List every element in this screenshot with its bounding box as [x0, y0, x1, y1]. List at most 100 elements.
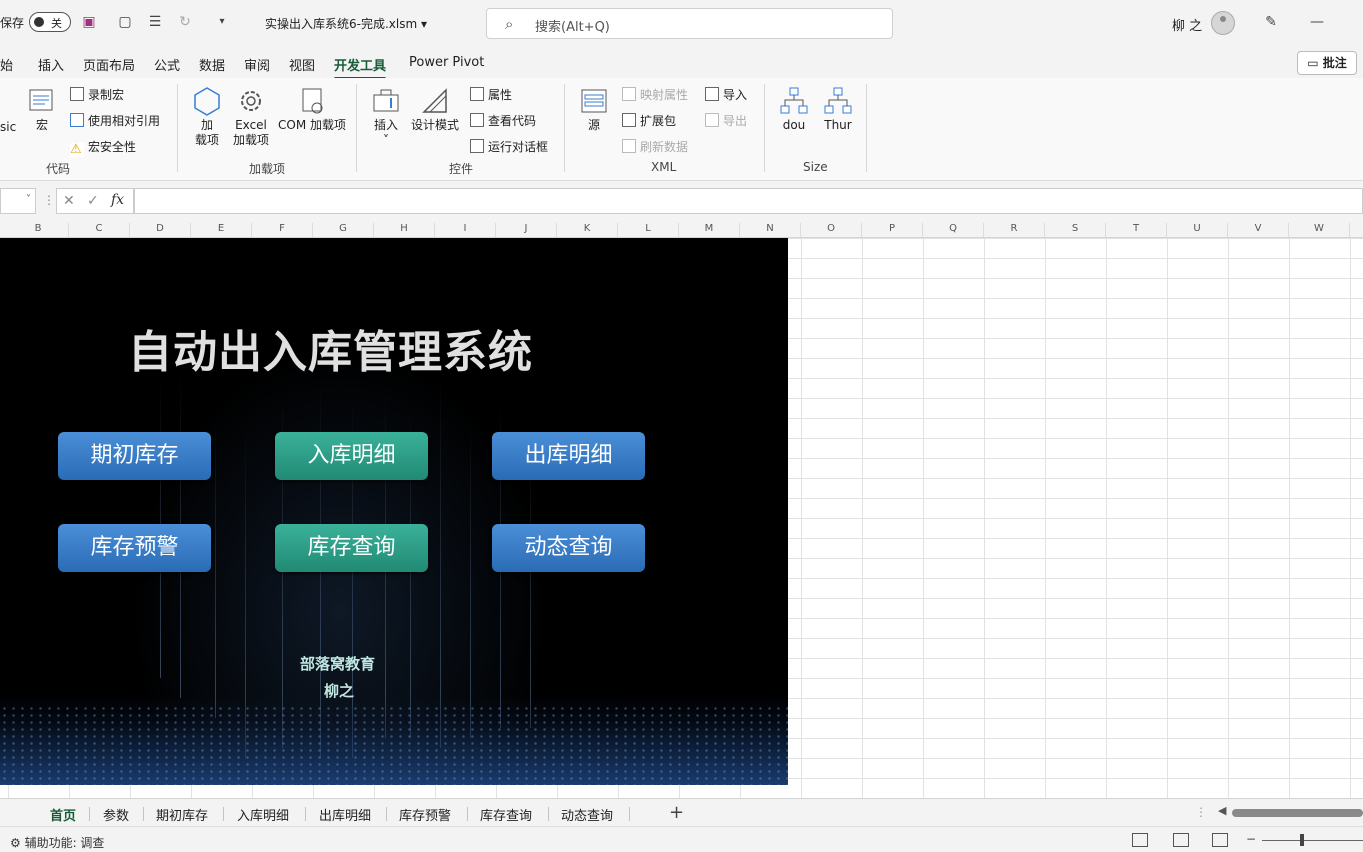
customize-toolbar-icon[interactable]: ▾	[213, 13, 231, 31]
add-sheet-icon[interactable]: +	[669, 802, 684, 823]
column-header[interactable]: K	[557, 223, 618, 237]
column-header[interactable]: H	[374, 223, 435, 237]
map-properties-button[interactable]: 映射属性	[622, 86, 688, 103]
file-name[interactable]: 实操出入库系统6-完成.xlsm ▾	[265, 15, 427, 32]
fx-icon[interactable]: fx	[111, 192, 124, 208]
tab-formulas[interactable]: 公式	[154, 55, 180, 74]
autosave-toggle[interactable]: 关	[29, 12, 71, 32]
save-icon[interactable]: ▣	[80, 13, 98, 31]
tab-data[interactable]: 数据	[199, 55, 225, 74]
com-addins-button[interactable]: COM 加载项	[276, 86, 348, 133]
xml-import-button[interactable]: 导入	[705, 86, 747, 103]
column-header[interactable]: O	[801, 223, 862, 237]
dynamic-query-button[interactable]: 动态查询	[492, 524, 645, 572]
new-file-icon[interactable]: ▢	[116, 13, 134, 31]
drag-handle-icon[interactable]: ⋮	[1195, 805, 1207, 819]
sheet-tab-stock-query[interactable]: 库存查询	[480, 805, 532, 824]
group-separator	[764, 84, 765, 172]
column-header[interactable]: F	[252, 223, 313, 237]
expansion-packs-button[interactable]: 扩展包	[622, 112, 676, 129]
formula-input[interactable]	[134, 188, 1363, 214]
name-box[interactable]: ˅	[0, 188, 36, 214]
group-label-addins: 加载项	[249, 162, 286, 176]
form-icon[interactable]: ☰	[146, 13, 164, 31]
tab-review[interactable]: 审阅	[244, 55, 270, 74]
column-header[interactable]: T	[1106, 223, 1167, 237]
opening-stock-button[interactable]: 期初库存	[58, 432, 211, 480]
page-layout-view-icon[interactable]	[1173, 833, 1189, 847]
tab-home[interactable]: 始	[0, 55, 13, 74]
toolbox-icon	[373, 89, 399, 112]
column-header[interactable]: G	[313, 223, 374, 237]
page-break-view-icon[interactable]	[1212, 833, 1228, 847]
scroll-left-icon[interactable]: ◀	[1218, 804, 1226, 817]
sheet-tab-stock-alert[interactable]: 库存预警	[399, 805, 451, 824]
addins-button[interactable]: 加载项	[190, 86, 224, 148]
excel-addins-button[interactable]: Excel 加载项	[232, 86, 270, 148]
decorative-line	[530, 448, 531, 728]
search-box[interactable]: ⌕ 搜索(Alt+Q)	[486, 8, 893, 39]
stock-query-button[interactable]: 库存查询	[275, 524, 428, 572]
sheet-tab-home[interactable]: 首页	[47, 805, 79, 829]
normal-view-icon[interactable]	[1132, 833, 1148, 847]
tab-developer[interactable]: 开发工具	[334, 55, 387, 80]
column-header[interactable]: P	[862, 223, 923, 237]
redo-icon[interactable]: ↻	[176, 13, 194, 31]
visual-basic-button[interactable]: sic	[0, 120, 16, 135]
minimize-icon[interactable]: —	[1308, 13, 1326, 31]
pen-icon[interactable]: ✎	[1262, 13, 1280, 31]
enter-icon[interactable]: ✓	[87, 193, 99, 209]
column-header[interactable]: V	[1228, 223, 1289, 237]
drag-handle-icon[interactable]: ⋮	[43, 193, 55, 207]
zoom-out-icon[interactable]: −	[1246, 832, 1256, 846]
xml-source-button[interactable]: 源	[578, 86, 610, 133]
column-header[interactable]: Q	[923, 223, 984, 237]
thur-button[interactable]: Thur	[820, 86, 856, 133]
sheet-tab-outbound[interactable]: 出库明细	[319, 805, 371, 824]
column-header[interactable]: R	[984, 223, 1045, 237]
user-name[interactable]: 柳 之	[1172, 15, 1202, 34]
column-header[interactable]: N	[740, 223, 801, 237]
tab-insert[interactable]: 插入	[38, 55, 64, 74]
column-header[interactable]: J	[496, 223, 557, 237]
tab-power-pivot[interactable]: Power Pivot	[409, 55, 484, 70]
macro-security-button[interactable]: ⚠ 宏安全性	[70, 138, 136, 157]
stock-alert-button[interactable]: 库存预警	[58, 524, 211, 572]
macros-button[interactable]: 宏	[26, 86, 58, 133]
zoom-slider-knob[interactable]	[1300, 834, 1304, 846]
comments-button[interactable]: ▭ 批注	[1297, 51, 1357, 75]
xml-export-button[interactable]: 导出	[705, 112, 747, 129]
column-header[interactable]: L	[618, 223, 679, 237]
dou-button[interactable]: dou	[777, 86, 811, 133]
design-mode-button[interactable]: 设计模式	[410, 86, 460, 133]
avatar[interactable]	[1211, 11, 1235, 35]
view-code-button[interactable]: 查看代码	[470, 112, 536, 129]
inbound-detail-button[interactable]: 入库明细	[275, 432, 428, 480]
column-header[interactable]: S	[1045, 223, 1106, 237]
cancel-icon[interactable]: ✕	[63, 193, 75, 209]
sheet-tab-params[interactable]: 参数	[103, 805, 129, 824]
refresh-data-button[interactable]: 刷新数据	[622, 138, 688, 155]
tab-page-layout[interactable]: 页面布局	[83, 55, 135, 74]
column-header[interactable]: W	[1289, 223, 1350, 237]
column-header[interactable]: D	[130, 223, 191, 237]
relative-reference-button[interactable]: 使用相对引用	[70, 112, 160, 129]
record-macro-button[interactable]: 录制宏	[70, 86, 124, 103]
outbound-detail-button[interactable]: 出库明细	[492, 432, 645, 480]
column-header[interactable]: I	[435, 223, 496, 237]
horizontal-scrollbar[interactable]	[1232, 809, 1363, 817]
sheet-tab-dynamic-query[interactable]: 动态查询	[561, 805, 613, 824]
accessibility-status[interactable]: ⚙ 辅助功能: 调查	[10, 834, 104, 851]
tab-view[interactable]: 视图	[289, 55, 315, 74]
insert-control-button[interactable]: 插入 ˅	[368, 86, 404, 148]
sheet-tab-opening-stock[interactable]: 期初库存	[156, 805, 208, 824]
column-header[interactable]: B	[8, 223, 69, 237]
sheet-tab-inbound[interactable]: 入库明细	[237, 805, 289, 824]
column-header[interactable]: M	[679, 223, 740, 237]
column-header[interactable]: U	[1167, 223, 1228, 237]
zoom-slider[interactable]	[1262, 840, 1363, 841]
column-header[interactable]: E	[191, 223, 252, 237]
column-header[interactable]: C	[69, 223, 130, 237]
properties-button[interactable]: 属性	[470, 86, 512, 103]
run-dialog-button[interactable]: 运行对话框	[470, 138, 548, 155]
